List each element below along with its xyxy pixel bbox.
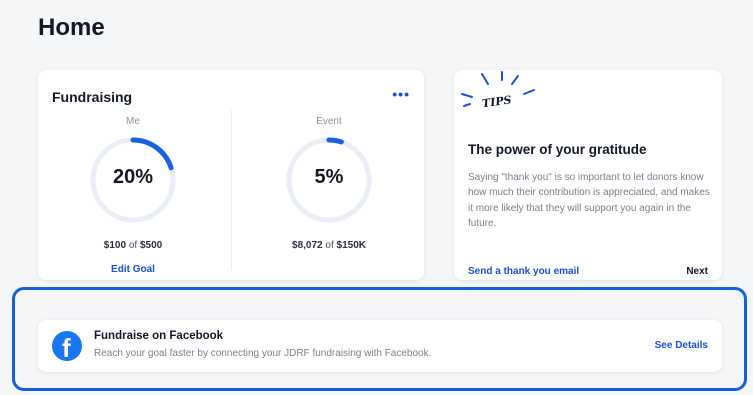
event-label: Event (316, 116, 342, 127)
more-options-icon[interactable]: ••• (392, 86, 410, 102)
event-progress-ring: 5% (279, 130, 379, 230)
facebook-card: f Fundraise on Facebook Reach your goal … (38, 320, 722, 372)
tips-next-button[interactable]: Next (686, 266, 708, 277)
event-raised: $8,072 (292, 240, 323, 251)
me-amount: $100 of $500 (38, 240, 228, 251)
edit-goal-link[interactable]: Edit Goal (38, 264, 228, 275)
me-of: of (128, 240, 138, 251)
facebook-description: Reach your goal faster by connecting you… (94, 348, 432, 359)
send-thank-you-link[interactable]: Send a thank you email (468, 266, 579, 277)
fundraising-title: Fundraising (52, 89, 133, 105)
me-percent: 20% (112, 166, 154, 188)
fundraising-card: Fundraising ••• Me 20% $100 of $500 Edit… (38, 70, 424, 280)
me-raised: $100 (103, 240, 127, 251)
page-title: Home (38, 14, 105, 41)
facebook-title: Fundraise on Facebook (94, 330, 224, 342)
event-percent: 5% (314, 166, 344, 188)
facebook-icon: f (52, 331, 82, 361)
event-of: of (325, 240, 334, 251)
column-divider (231, 110, 232, 270)
me-label: Me (126, 116, 140, 127)
me-goal: $500 (139, 240, 163, 251)
tips-burst-icon: TIPS (461, 71, 535, 110)
tips-art-text: TIPS (481, 93, 512, 110)
tips-body: Saying "thank you" is so important to le… (468, 172, 710, 229)
facebook-glyph: f (62, 333, 71, 363)
event-goal: $150K (336, 240, 366, 251)
tips-heading: The power of your gratitude (468, 142, 647, 157)
me-progress-column: Me 20% $100 of $500 Edit Goal (38, 116, 228, 275)
tips-card: TIPS The power of your gratitude Saying … (454, 70, 722, 280)
event-progress-column: Event 5% $8,072 of $150K (234, 116, 424, 251)
me-progress-ring: 20% (83, 130, 183, 230)
event-amount: $8,072 of $150K (234, 240, 424, 251)
see-details-link[interactable]: See Details (655, 340, 708, 351)
